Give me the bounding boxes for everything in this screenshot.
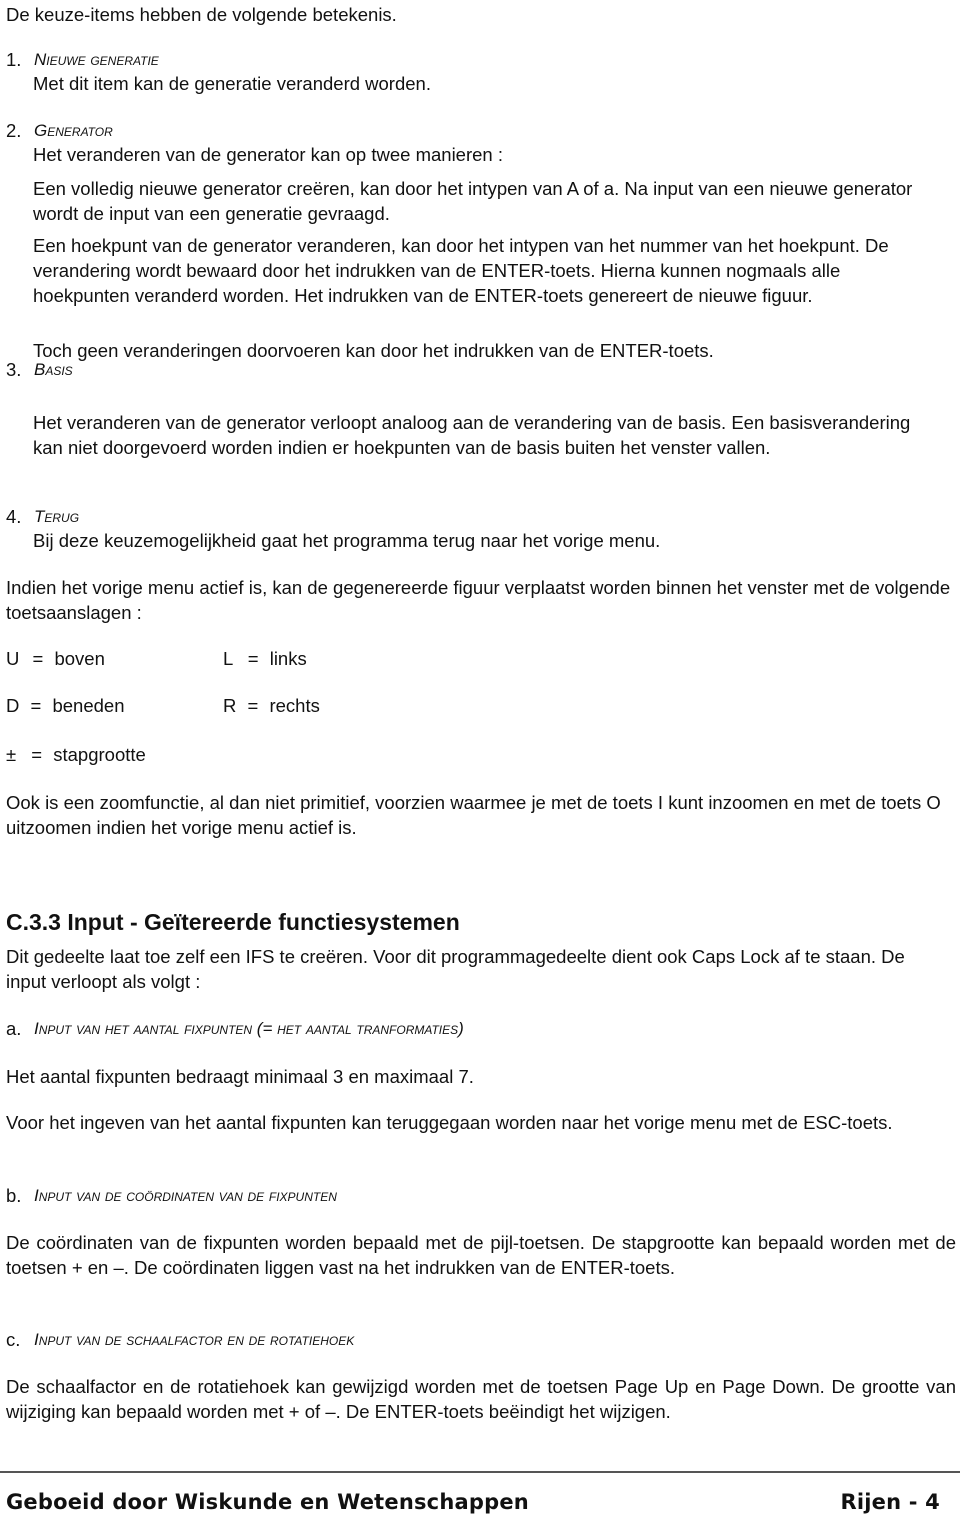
- footer-divider: [0, 1471, 960, 1473]
- key-letter: L: [223, 648, 233, 669]
- subsection-letter: c.: [6, 1329, 21, 1350]
- subsection-letter: a.: [6, 1018, 22, 1039]
- key-entry: ± = stapgrootte: [6, 742, 146, 767]
- zoom-function-text: Ook is een zoomfunctie, al dan niet prim…: [6, 792, 941, 838]
- item-title: Basis: [34, 360, 73, 379]
- item-description: Toch geen veranderingen doorvoeren kan d…: [33, 340, 714, 361]
- item-description: Een hoekpunt van de generator veranderen…: [33, 235, 889, 306]
- key-equals: =: [32, 648, 44, 669]
- key-meaning: stapgrootte: [53, 744, 146, 765]
- footer-title: Geboeid door Wiskunde en Wetenschappen: [6, 1490, 529, 1514]
- key-meaning: rechts: [269, 695, 320, 716]
- item-description: Bij deze keuzemogelijkheid gaat het prog…: [33, 530, 661, 551]
- item-number: 4.: [6, 506, 22, 527]
- key-letter: ±: [6, 744, 17, 765]
- subsection-title: Input van de schaalfactor en de rotatieh…: [34, 1330, 355, 1349]
- key-meaning: beneden: [52, 695, 125, 716]
- key-entry: R = rechts: [223, 693, 320, 718]
- move-intro-text: Indien het vorige menu actief is, kan de…: [6, 577, 951, 623]
- key-meaning: links: [269, 648, 307, 669]
- item-title: Terug: [34, 507, 80, 526]
- key-meaning: boven: [54, 648, 105, 669]
- key-letter: R: [223, 695, 237, 716]
- section-heading: C.3.3 Input - Geïtereerde functiesysteme…: [6, 909, 460, 935]
- subsection-letter: b.: [6, 1185, 22, 1206]
- item-description: Met dit item kan de generatie veranderd …: [33, 73, 431, 94]
- intro-text: De keuze-items hebben de volgende beteke…: [6, 4, 397, 25]
- key-entry: U = boven: [6, 646, 105, 671]
- section-intro: Dit gedeelte laat toe zelf een IFS te cr…: [6, 946, 905, 992]
- key-equals: =: [247, 695, 259, 716]
- item-number: 2.: [6, 120, 22, 141]
- key-letter: D: [6, 695, 20, 716]
- key-entry: L = links: [223, 646, 307, 671]
- key-equals: =: [30, 695, 42, 716]
- subsection-text: Het aantal fixpunten bedraagt minimaal 3…: [6, 1066, 474, 1087]
- item-description: Het veranderen van de generator verloopt…: [33, 412, 911, 458]
- item-description: Het veranderen van de generator kan op t…: [33, 144, 503, 165]
- item-title: Nieuwe generatie: [34, 50, 159, 69]
- subsection-title: Input van het aantal fixpunten (= het aa…: [34, 1019, 464, 1038]
- key-equals: =: [31, 744, 43, 765]
- subsection-title: Input van de coördinaten van de fixpunte…: [34, 1186, 337, 1205]
- subsection-text: De schaalfactor en de rotatiehoek kan ge…: [6, 1376, 956, 1422]
- subsection-text: De coördinaten van de fixpunten worden b…: [6, 1232, 956, 1278]
- page-number: Rijen - 4: [840, 1490, 940, 1514]
- subsection-text: Voor het ingeven van het aantal fixpunte…: [6, 1112, 893, 1133]
- key-letter: U: [6, 648, 20, 669]
- item-title: Generator: [34, 121, 113, 140]
- item-description: Een volledig nieuwe generator creëren, k…: [33, 178, 913, 224]
- key-equals: =: [247, 648, 259, 669]
- item-number: 3.: [6, 359, 22, 380]
- item-number: 1.: [6, 49, 22, 70]
- key-entry: D = beneden: [6, 693, 125, 718]
